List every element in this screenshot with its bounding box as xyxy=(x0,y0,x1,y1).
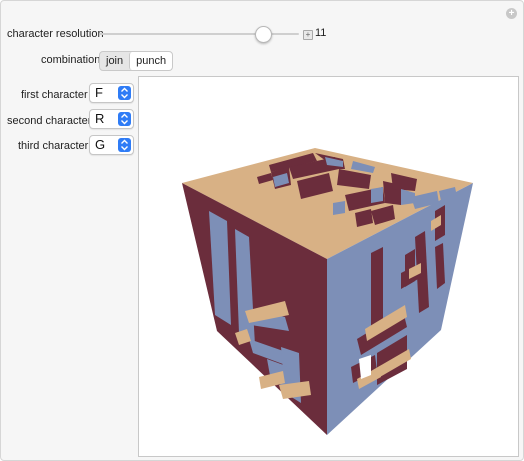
right-face-hole xyxy=(359,355,371,379)
first-character-label: first character xyxy=(21,89,88,101)
second-character-label: second character xyxy=(7,115,92,127)
resolution-slider-thumb[interactable] xyxy=(255,26,272,43)
third-character-value: G xyxy=(95,137,106,152)
plus-square-icon[interactable]: + xyxy=(303,30,313,40)
combination-toggle: join punch xyxy=(99,51,174,71)
first-character-select[interactable]: F xyxy=(89,83,134,103)
combination-punch-button[interactable]: punch xyxy=(129,52,173,70)
resolution-value: 11 xyxy=(315,27,327,39)
letter-cube-graphic xyxy=(182,148,473,435)
resolution-label: character resolution xyxy=(7,28,104,40)
third-character-select[interactable]: G xyxy=(89,135,134,155)
graphics-output[interactable] xyxy=(138,76,519,457)
third-character-label: third character xyxy=(18,140,89,152)
combination-join-button[interactable]: join xyxy=(100,52,129,70)
second-character-value: R xyxy=(95,111,105,126)
updown-chevron-icon xyxy=(118,138,131,152)
second-character-select[interactable]: R xyxy=(89,109,134,129)
plus-circle-icon[interactable]: + xyxy=(506,8,517,19)
updown-chevron-icon xyxy=(118,112,131,126)
updown-chevron-icon xyxy=(118,86,131,100)
control-panel: + character resolution + 11 combination … xyxy=(0,0,524,461)
combination-label: combination xyxy=(41,54,101,66)
first-character-value: F xyxy=(95,85,103,100)
